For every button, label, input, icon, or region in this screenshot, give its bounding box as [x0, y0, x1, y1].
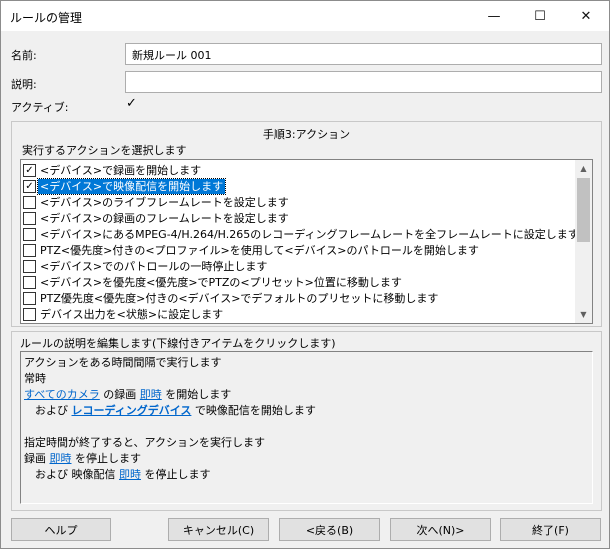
step-title: 手順3:アクション [262, 128, 351, 141]
item-checkbox[interactable] [23, 259, 36, 273]
list-item[interactable]: ✓ <デバイス>で録画を開始します [23, 162, 203, 178]
item-checkbox[interactable] [23, 291, 36, 305]
window-title: ルールの管理 [10, 11, 83, 25]
item-checkbox[interactable] [23, 211, 36, 225]
all-cameras-link[interactable]: すべてのカメラ [24, 388, 100, 401]
item-checkbox[interactable] [23, 243, 36, 257]
help-button[interactable]: ヘルプ [11, 518, 111, 541]
desc-line-1: アクションをある時間間隔で実行します [24, 356, 222, 369]
active-label: アクティブ: [11, 101, 69, 114]
scroll-up-icon[interactable]: ▲ [575, 160, 592, 177]
desc-line-2: 常時 [24, 372, 46, 385]
rule-description-group: ルールの説明を編集します(下線付きアイテムをクリックします) アクションをある時… [11, 331, 602, 511]
back-button[interactable]: <戻る(B) [279, 518, 380, 541]
rule-management-window: ルールの管理 — ☐ ✕ 名前: 新規ルール 001 説明: アクティブ: ✓ … [0, 0, 610, 549]
immediately-link[interactable]: 即時 [50, 452, 72, 465]
item-checkbox[interactable] [23, 275, 36, 289]
scroll-down-icon[interactable]: ▼ [575, 306, 592, 323]
desc-line-7: および 映像配信 即時 を停止します [35, 468, 211, 481]
item-checkbox[interactable]: ✓ [23, 163, 36, 177]
description-field[interactable] [125, 71, 602, 93]
finish-button[interactable]: 終了(F) [500, 518, 601, 541]
list-item[interactable]: デバイス出力を<状態>に設定します [23, 306, 225, 322]
item-checkbox[interactable] [23, 227, 36, 241]
list-item[interactable]: PTZ優先度<優先度>付きの<デバイス>でデフォルトのプリセットに移動します [23, 290, 440, 306]
select-action-label: 実行するアクションを選択します [22, 144, 187, 157]
action-step-group: 手順3:アクション 実行するアクションを選択します ✓ <デバイス>で録画を開始… [11, 121, 602, 327]
minimize-button[interactable]: — [471, 1, 517, 31]
list-item[interactable]: PTZ<優先度>付きの<プロファイル>を使用して<デバイス>のパトロールを開始し… [23, 242, 481, 258]
item-checkbox[interactable] [23, 307, 36, 321]
rule-description-box: アクションをある時間間隔で実行します 常時 すべてのカメラ の録画 即時 を開始… [20, 351, 593, 504]
recording-device-link[interactable]: レコーディングデバイス [72, 404, 192, 417]
immediately-link[interactable]: 即時 [140, 388, 162, 401]
next-button[interactable]: 次へ(N)> [390, 518, 491, 541]
title-bar: ルールの管理 — ☐ ✕ [1, 1, 609, 31]
desc-line-5: 指定時間が終了すると、アクションを実行します [24, 436, 266, 449]
list-item[interactable]: <デバイス>にあるMPEG-4/H.264/H.265のレコーディングフレームレ… [23, 226, 581, 242]
action-listbox[interactable]: ✓ <デバイス>で録画を開始します ✓ <デバイス>で映像配信を開始します <デ… [20, 159, 593, 324]
vertical-scrollbar[interactable]: ▲ ▼ [575, 160, 592, 323]
list-item[interactable]: <デバイス>を優先度<優先度>でPTZの<プリセット>位置に移動します [23, 274, 404, 290]
desc-line-6: 録画 即時 を停止します [24, 452, 141, 465]
list-item[interactable]: <デバイス>のライブフレームレートを設定します [23, 194, 291, 210]
list-item[interactable]: <デバイス>でのパトロールの一時停止します [23, 258, 269, 274]
close-button[interactable]: ✕ [563, 1, 609, 31]
desc-line-4: および レコーディングデバイス で映像配信を開始します [35, 404, 316, 417]
item-checkbox[interactable] [23, 195, 36, 209]
name-field[interactable]: 新規ルール 001 [125, 43, 602, 65]
scroll-thumb[interactable] [577, 178, 590, 242]
cancel-button[interactable]: キャンセル(C) [168, 518, 269, 541]
immediately-link[interactable]: 即時 [119, 468, 141, 481]
list-item[interactable]: <デバイス>の録画のフレームレートを設定します [23, 210, 291, 226]
active-checkbox[interactable]: ✓ [125, 97, 138, 111]
rule-description-header: ルールの説明を編集します(下線付きアイテムをクリックします) [20, 337, 336, 350]
description-label: 説明: [11, 78, 37, 91]
name-label: 名前: [11, 49, 37, 62]
item-checkbox[interactable]: ✓ [23, 179, 36, 193]
list-item[interactable]: ✓ <デバイス>で映像配信を開始します [23, 177, 227, 195]
desc-line-3: すべてのカメラ の録画 即時 を開始します [24, 388, 232, 401]
maximize-button[interactable]: ☐ [517, 1, 563, 31]
